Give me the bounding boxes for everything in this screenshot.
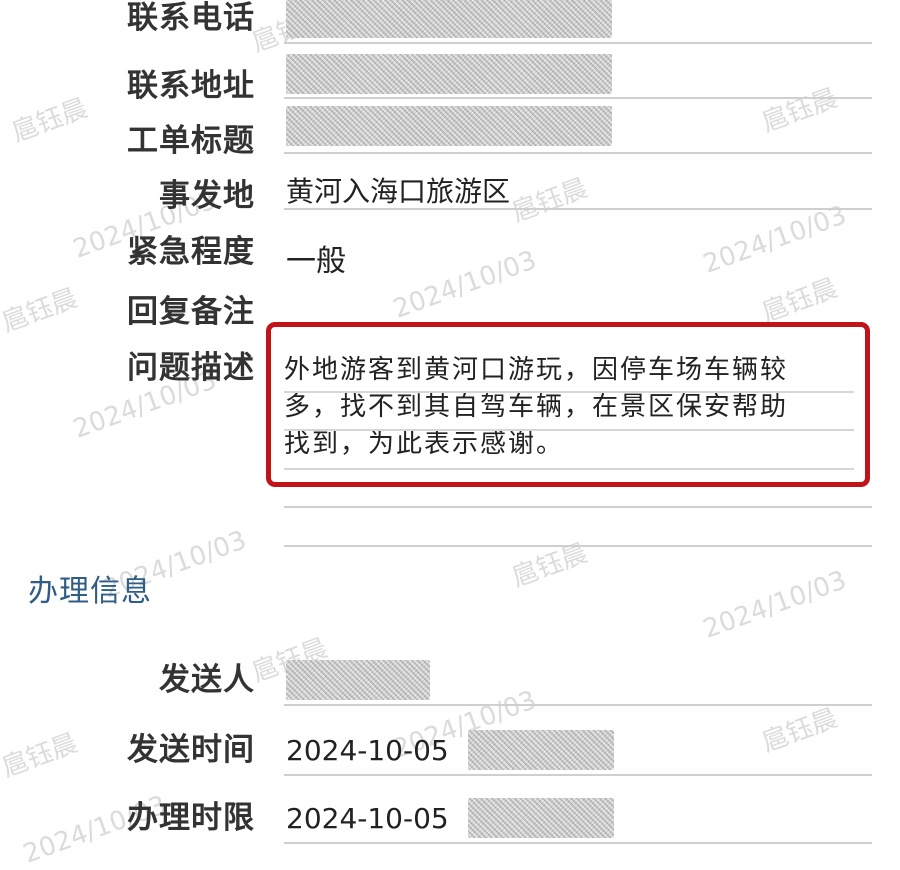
field-value-deadline-date: 2024-10-05	[286, 802, 449, 835]
description-rule	[284, 391, 854, 393]
field-divider	[284, 774, 872, 776]
field-label-urgency: 紧急程度	[127, 234, 255, 270]
watermark-name: 扈钰晨	[758, 703, 842, 759]
description-line: 外地游客到黄河口游玩，因停车场车辆较	[284, 355, 789, 385]
description-rule	[284, 468, 854, 470]
description-line: 找到，为此表示感谢。	[284, 429, 565, 459]
field-divider	[284, 152, 872, 154]
field-divider	[284, 97, 872, 99]
redacted-deadline	[468, 798, 614, 838]
field-divider	[284, 704, 872, 706]
field-divider	[284, 42, 872, 44]
field-label-deadline: 办理时限	[127, 800, 255, 836]
watermark-name: 扈钰晨	[758, 83, 842, 139]
field-divider	[284, 545, 872, 547]
watermark-name: 扈钰晨	[8, 93, 92, 149]
field-label-sender: 发送人	[159, 662, 255, 698]
description-rule	[284, 429, 854, 431]
field-label-send-time: 发送时间	[127, 732, 255, 768]
field-label-description: 问题描述	[127, 350, 255, 386]
watermark-date: 2024/10/03	[389, 245, 541, 325]
redacted-sender	[286, 660, 430, 700]
redacted-send-time	[468, 730, 614, 770]
field-label-location: 事发地	[159, 178, 255, 214]
section-title-handling: 办理信息	[28, 574, 152, 609]
description-text: 外地游客到黄河口游玩，因停车场车辆较 多，找不到其自驾车辆，在景区保安帮助 找到…	[284, 352, 864, 463]
watermark-name: 扈钰晨	[508, 173, 592, 229]
field-divider	[284, 208, 872, 210]
redacted-address	[286, 54, 612, 94]
field-value-send-time-date: 2024-10-05	[286, 734, 449, 767]
field-label-address: 联系地址	[127, 68, 255, 104]
redacted-phone	[286, 0, 612, 38]
watermark-name: 扈钰晨	[0, 728, 82, 784]
field-value-urgency: 一般	[286, 244, 346, 279]
field-label-title: 工单标题	[127, 123, 255, 159]
field-divider	[284, 506, 872, 508]
field-label-phone: 联系电话	[127, 0, 255, 36]
watermark-name: 扈钰晨	[758, 273, 842, 329]
watermark-name: 扈钰晨	[0, 283, 82, 339]
redacted-title	[286, 106, 612, 146]
field-value-location: 黄河入海口旅游区	[286, 175, 511, 208]
watermark-name: 扈钰晨	[508, 538, 592, 594]
field-label-reply-note: 回复备注	[127, 294, 255, 330]
watermark-date: 2024/10/03	[699, 565, 851, 645]
description-line: 多，找不到其自驾车辆，在景区保安帮助	[284, 392, 789, 422]
watermark-date: 2024/10/03	[699, 200, 851, 280]
field-divider	[284, 842, 872, 844]
